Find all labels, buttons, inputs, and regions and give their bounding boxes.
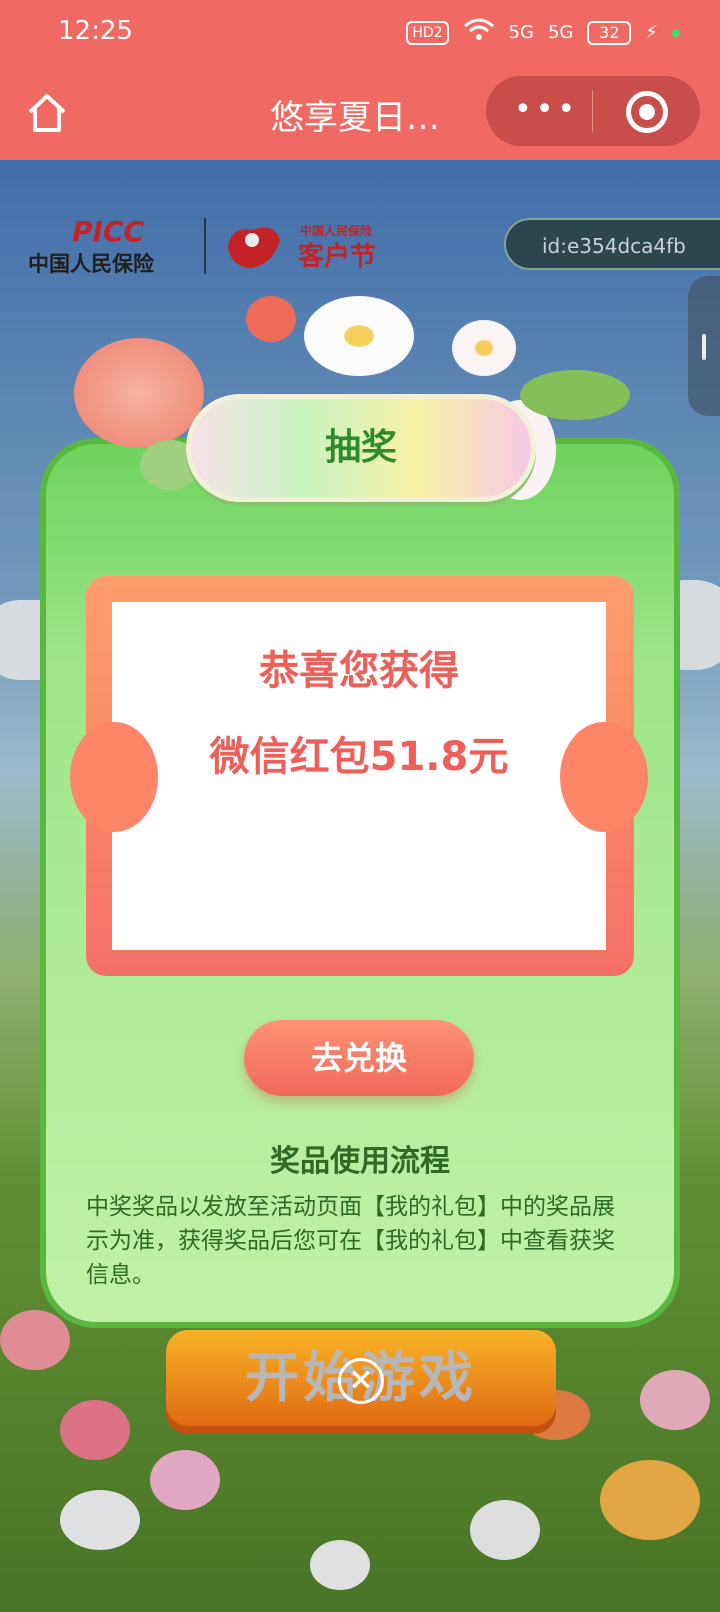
prize-text: 微信红包51.8元 bbox=[209, 734, 509, 780]
signal-5g-icon: 5G bbox=[508, 22, 534, 43]
close-miniprogram-button[interactable] bbox=[626, 91, 668, 133]
close-modal-button[interactable]: × bbox=[338, 1358, 384, 1404]
congrats-text: 恭喜您获得 bbox=[259, 648, 459, 694]
clock: 12:25 bbox=[58, 16, 133, 46]
home-button[interactable] bbox=[22, 88, 72, 138]
charging-icon: ⚡ bbox=[645, 22, 658, 43]
wifi-icon bbox=[463, 18, 495, 47]
prize-usage-description: 中奖奖品以发放至活动页面【我的礼包】中的奖品展示为准，获得奖品后您可在【我的礼包… bbox=[86, 1194, 615, 1288]
indicator-dot bbox=[672, 28, 680, 37]
status-bar: 12:25 HD2 5G 5G 32 ⚡ bbox=[0, 0, 720, 66]
modal-title: 抽奖 bbox=[324, 427, 397, 468]
daisy-decoration-2 bbox=[452, 320, 516, 376]
page-title: 悠享夏日… bbox=[270, 98, 440, 138]
home-icon bbox=[28, 94, 66, 132]
signal-5g-icon-2: 5G bbox=[547, 22, 574, 43]
daisy-decoration bbox=[304, 296, 414, 376]
redeem-button[interactable]: 去兑换 bbox=[244, 1020, 474, 1096]
mini-program-title-bar: 悠享夏日… ••• bbox=[0, 66, 720, 160]
capsule-menu: ••• bbox=[486, 76, 700, 146]
close-icon: × bbox=[348, 1362, 374, 1397]
modal-title-banner: 抽奖 bbox=[186, 394, 536, 502]
capsule-divider bbox=[592, 90, 593, 132]
rosebud-decoration bbox=[246, 296, 296, 342]
leaf-decoration-2 bbox=[520, 370, 630, 420]
battery-icon: 32 bbox=[587, 20, 632, 45]
hd-voice-icon: HD2 bbox=[406, 20, 449, 45]
more-button[interactable]: ••• bbox=[514, 92, 579, 127]
rose-decoration bbox=[74, 338, 204, 448]
prize-usage-title: 奖品使用流程 bbox=[270, 1144, 450, 1179]
status-icons: HD2 5G 5G 32 ⚡ bbox=[406, 18, 680, 47]
